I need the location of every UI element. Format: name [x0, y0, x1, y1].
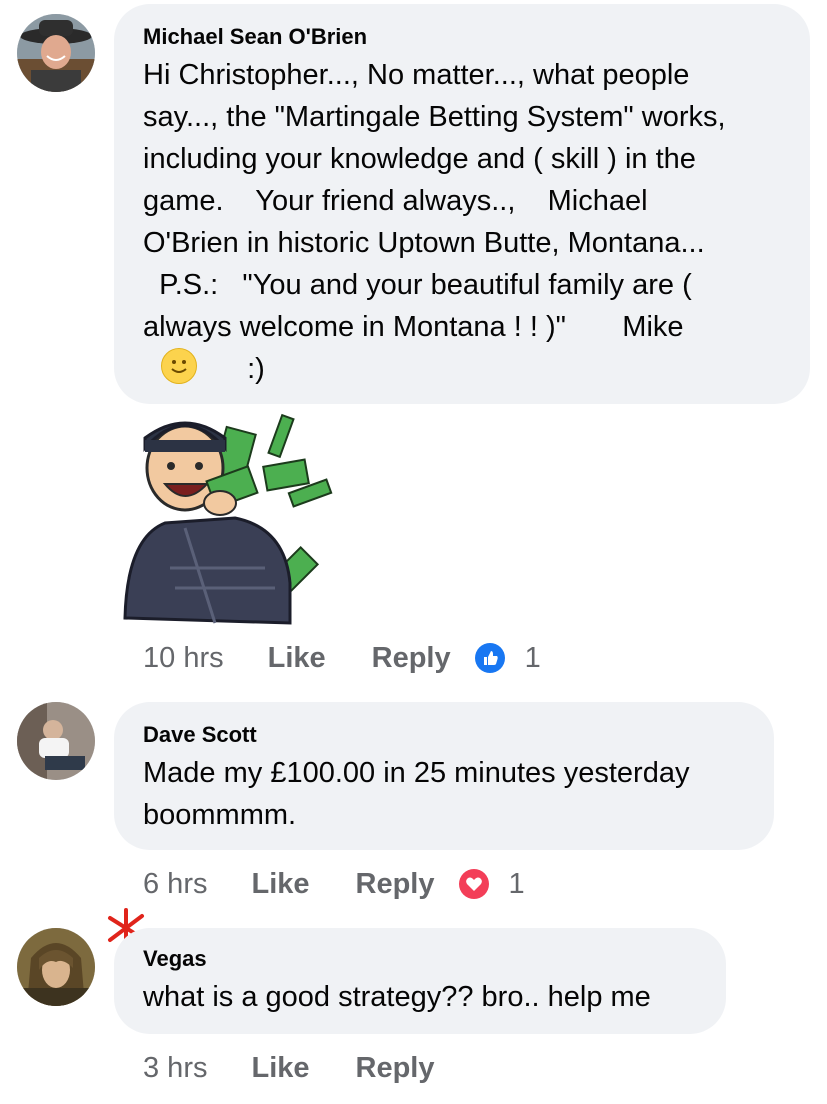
comment-time[interactable]: 6 hrs — [143, 868, 207, 901]
comment-author[interactable]: Vegas — [143, 946, 698, 972]
comment-bubble: Michael Sean O'Brien Hi Christopher..., … — [114, 4, 810, 404]
comment-text: what is a good strategy?? bro.. help me — [143, 981, 651, 1013]
like-button[interactable]: Like — [251, 1052, 309, 1085]
comment-author[interactable]: Dave Scott — [143, 722, 746, 748]
avatar-cowboy-icon — [17, 14, 95, 92]
like-reaction-icon[interactable] — [474, 643, 505, 673]
avatar[interactable] — [17, 702, 95, 780]
comment-actions: 3 hrs Like Reply — [143, 1050, 481, 1086]
comment-actions: 6 hrs Like Reply 1 — [143, 866, 525, 902]
reply-button[interactable]: Reply — [372, 642, 451, 675]
comment-text-tail: :) — [247, 353, 265, 385]
like-button[interactable]: Like — [251, 868, 309, 901]
comment-time[interactable]: 10 hrs — [143, 642, 224, 675]
comment-bubble: Vegas what is a good strategy?? bro.. he… — [114, 928, 726, 1034]
comment-text: Made my £100.00 in 25 minutes yesterday … — [143, 757, 690, 831]
like-button[interactable]: Like — [268, 642, 326, 675]
smile-emoji-icon — [161, 348, 197, 384]
comment-author[interactable]: Michael Sean O'Brien — [143, 24, 782, 50]
avatar-character-icon — [17, 928, 95, 1006]
money-sticker-icon — [123, 413, 333, 625]
reaction-count[interactable]: 1 — [509, 868, 525, 901]
comment-bubble: Dave Scott Made my £100.00 in 25 minutes… — [114, 702, 774, 850]
reply-button[interactable]: Reply — [356, 868, 435, 901]
comment-text: Hi Christopher..., No matter..., what pe… — [143, 59, 726, 343]
comment-time[interactable]: 3 hrs — [143, 1052, 207, 1085]
avatar[interactable] — [17, 14, 95, 92]
avatar-person-icon — [17, 702, 95, 780]
comment-actions: 10 hrs Like Reply 1 — [143, 640, 541, 676]
love-reaction-icon[interactable] — [458, 869, 489, 899]
avatar[interactable] — [17, 928, 95, 1006]
money-sticker[interactable] — [115, 408, 335, 628]
reply-button[interactable]: Reply — [356, 1052, 435, 1085]
reaction-count[interactable]: 1 — [525, 642, 541, 675]
